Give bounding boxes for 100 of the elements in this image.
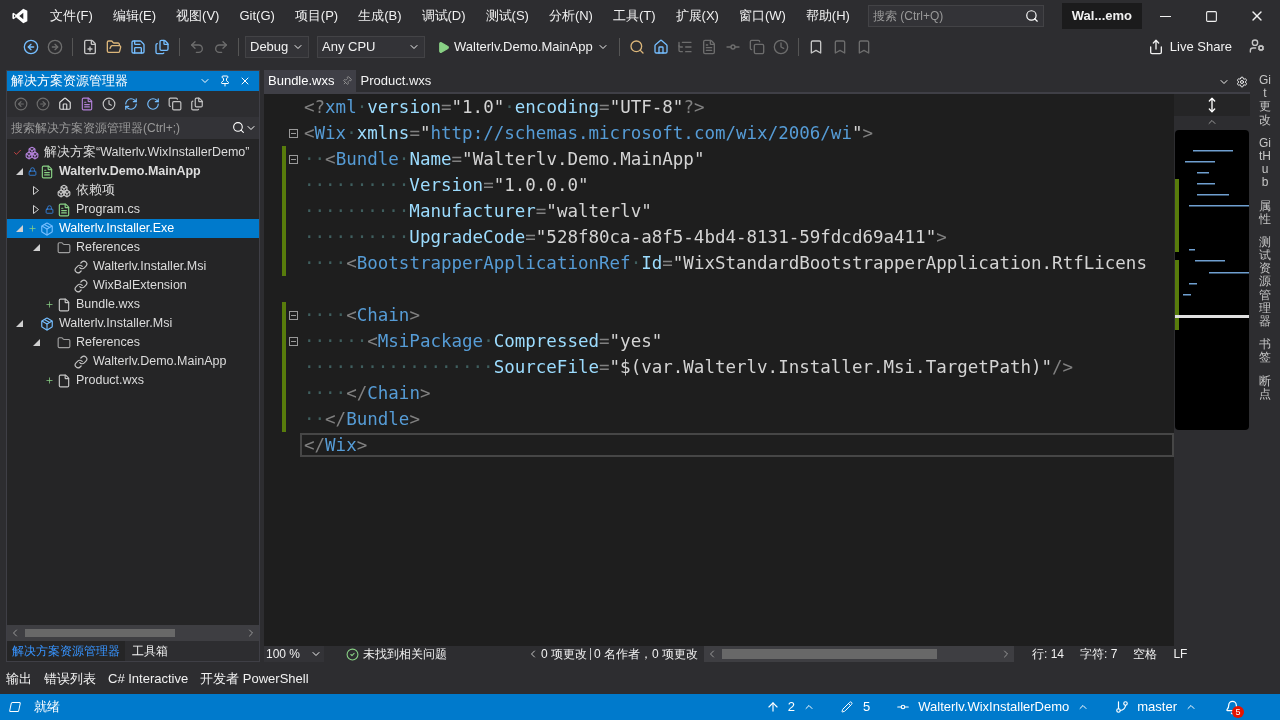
- start-button[interactable]: Walterlv.Demo.MainApp: [433, 37, 613, 57]
- refresh-icon: [146, 97, 160, 111]
- tree-item[interactable]: References: [7, 238, 259, 257]
- forward-icon: [47, 39, 63, 55]
- tool-window-tab[interactable]: C# Interactive: [108, 669, 189, 689]
- panel-tab[interactable]: 解决方案资源管理器: [7, 641, 125, 661]
- item-label: References: [76, 239, 140, 257]
- tree-item[interactable]: Bundle.wxs: [7, 295, 259, 314]
- tool-window-tab[interactable]: 开发者 PowerShell: [200, 669, 309, 689]
- item-label: Walterlv.Demo.MainApp: [59, 163, 201, 181]
- tree-item[interactable]: 解决方案“Walterlv.WixInstallerDemo”: [7, 143, 259, 162]
- menu-item[interactable]: 文件(F): [40, 6, 103, 26]
- tree-item[interactable]: References: [7, 333, 259, 352]
- item-label: References: [76, 334, 140, 352]
- side-tab[interactable]: 断点: [1259, 374, 1271, 401]
- item-label: Bundle.wxs: [76, 296, 140, 314]
- document-tab[interactable]: Product.wxs: [356, 70, 436, 92]
- folder-icon: [106, 39, 122, 55]
- notifications-icon[interactable]: [1225, 699, 1240, 715]
- settings-icon[interactable]: [1236, 76, 1248, 88]
- side-tab[interactable]: 属性: [1259, 199, 1271, 226]
- repository-selector[interactable]: Walterlv.WixInstallerDemo: [896, 697, 1090, 717]
- close-icon[interactable]: [239, 75, 251, 87]
- tree-item[interactable]: Walterlv.Installer.Exe: [7, 219, 259, 238]
- unpushed-commits[interactable]: 2: [765, 697, 816, 717]
- fold-icon[interactable]: [288, 336, 298, 346]
- menu-item[interactable]: 窗口(W): [728, 6, 796, 26]
- menu-item[interactable]: 分析(N): [538, 6, 603, 26]
- fold-icon[interactable]: [288, 154, 298, 164]
- zoom-dropdown[interactable]: 100 %: [264, 646, 324, 662]
- menu-item[interactable]: 扩展(X): [665, 6, 729, 26]
- undo-icon: [189, 39, 205, 55]
- tree-item[interactable]: Walterlv.Installer.Msi: [7, 257, 259, 276]
- tree-item[interactable]: Walterlv.Demo.MainApp: [7, 352, 259, 371]
- search-field[interactable]: 搜索解决方案资源管理器(Ctrl+;): [7, 117, 259, 139]
- live-share-button[interactable]: Live Share: [1147, 37, 1232, 57]
- search-icon[interactable]: [232, 121, 245, 134]
- configuration-dropdown[interactable]: Debug: [245, 36, 309, 58]
- menu-item[interactable]: 视图(V): [166, 6, 230, 26]
- menu-item[interactable]: 调试(D): [411, 6, 476, 26]
- code-line: <?xml·version="1.0"·encoding="UTF-8"?>: [303, 95, 705, 119]
- menu-item[interactable]: 测试(S): [475, 6, 539, 26]
- pin-icon[interactable]: [219, 75, 231, 87]
- tree-item[interactable]: Program.cs: [7, 200, 259, 219]
- fold-icon[interactable]: [288, 310, 298, 320]
- panel-tab[interactable]: 工具箱: [127, 641, 173, 661]
- person-icon: [1249, 37, 1265, 54]
- side-tab[interactable]: 测试资源管理器: [1259, 235, 1271, 329]
- side-tab[interactable]: Git 更改: [1259, 74, 1271, 127]
- fold-icon[interactable]: [288, 128, 298, 138]
- platform-dropdown[interactable]: Any CPU: [317, 36, 425, 58]
- copy-icon: [168, 97, 182, 111]
- menu-item[interactable]: 编辑(E): [102, 6, 167, 26]
- indent-mode[interactable]: 空格: [1133, 645, 1158, 663]
- item-label: 依赖项: [76, 182, 115, 200]
- menu-item[interactable]: Git(G): [229, 6, 285, 26]
- document-tab[interactable]: Bundle.wxs: [264, 70, 357, 92]
- pending-changes[interactable]: 5: [841, 697, 871, 717]
- expanded-arrow-icon[interactable]: [15, 320, 23, 327]
- code-line: ··········Manufacturer="walterlv": [303, 199, 652, 223]
- maximize-icon: [1204, 9, 1218, 23]
- item-label: Program.cs: [76, 201, 140, 219]
- files-icon: [190, 97, 204, 111]
- item-label: Product.wxs: [76, 372, 145, 390]
- search-icon: [1024, 9, 1039, 23]
- back-icon: [23, 39, 39, 55]
- tree-item[interactable]: Walterlv.Demo.MainApp: [7, 162, 259, 181]
- side-tab[interactable]: GitHub: [1259, 136, 1271, 190]
- authors-count[interactable]: 0 名作者，0 项更改: [594, 645, 699, 663]
- column-number[interactable]: 字符: 7: [1080, 645, 1118, 663]
- expanded-arrow-icon[interactable]: [15, 168, 23, 175]
- menu-item[interactable]: 帮助(H): [795, 6, 860, 26]
- line-ending[interactable]: LF: [1173, 645, 1188, 663]
- changes-count[interactable]: 0 项更改: [541, 645, 587, 663]
- pencil-icon: [841, 701, 854, 713]
- status-icon: [6, 701, 24, 713]
- menu-item[interactable]: 生成(B): [348, 6, 412, 26]
- side-tab[interactable]: 书签: [1259, 338, 1271, 365]
- menu-item[interactable]: 项目(P): [284, 6, 349, 26]
- collapsed-arrow-icon[interactable]: [33, 205, 39, 214]
- document-icon: [700, 39, 717, 55]
- tree-item[interactable]: WixBalExtension: [7, 276, 259, 295]
- search-field[interactable]: 搜索 (Ctrl+Q): [867, 5, 1044, 27]
- expanded-arrow-icon[interactable]: [32, 339, 40, 346]
- code-line: ··················SourceFile="$(var.Walterlv.Installer.Msi.TargetPath)"/>: [303, 355, 1074, 379]
- expanded-arrow-icon[interactable]: [32, 244, 40, 251]
- collapsed-arrow-icon[interactable]: [33, 186, 39, 195]
- branch-selector[interactable]: master: [1115, 697, 1197, 717]
- item-label: Walterlv.Demo.MainApp: [93, 353, 227, 371]
- tree-item[interactable]: 依赖项: [7, 181, 259, 200]
- tool-window-tab[interactable]: 错误列表: [44, 669, 96, 689]
- tree-item[interactable]: Walterlv.Installer.Msi: [7, 314, 259, 333]
- copy-icon: [748, 39, 765, 55]
- menu-item[interactable]: 工具(T): [602, 6, 666, 26]
- app-logo: [12, 6, 29, 26]
- item-label: Walterlv.Installer.Msi: [59, 315, 173, 333]
- line-number[interactable]: 行: 14: [1032, 645, 1065, 663]
- tool-window-tab[interactable]: 输出: [6, 669, 32, 689]
- tree-item[interactable]: Product.wxs: [7, 371, 259, 390]
- minimap[interactable]: [1174, 94, 1250, 646]
